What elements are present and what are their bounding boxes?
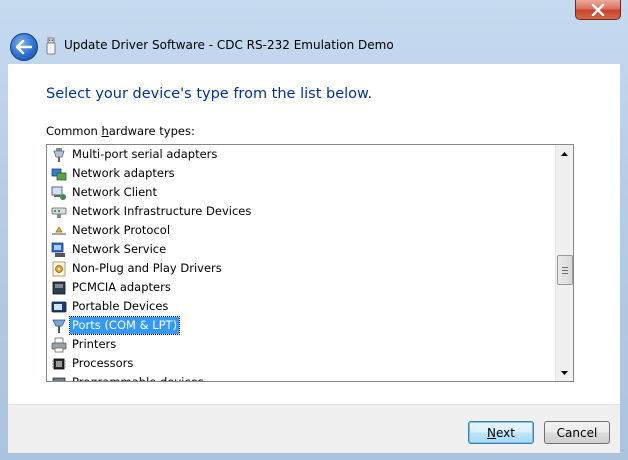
wizard-footer: Next Cancel: [8, 404, 620, 453]
list-item-label: Portable Devices: [72, 299, 169, 313]
list-item-label: Network Protocol: [72, 223, 171, 237]
title-bar: Update Driver Software - CDC RS-232 Emul…: [8, 30, 620, 62]
list-item-label: Ports (COM & LPT): [68, 316, 181, 335]
back-button[interactable]: [10, 33, 38, 61]
list-item[interactable]: Non-Plug and Play Drivers: [47, 259, 555, 278]
list-item[interactable]: Processors: [47, 354, 555, 373]
network-service-icon: [51, 242, 65, 257]
network-protocol-icon: [52, 225, 66, 235]
serial-adapter-icon: [53, 147, 65, 162]
list-item-label: Processors: [72, 356, 134, 370]
cancel-button[interactable]: Cancel: [544, 421, 610, 444]
usb-device-icon: [46, 37, 56, 55]
list-item-label: Programmable devices: [72, 375, 204, 382]
network-infrastructure-icon: [51, 207, 67, 218]
port-connector-icon: [52, 319, 66, 333]
scroll-down-button[interactable]: [556, 364, 573, 381]
list-item-label: Multi-port serial adapters: [72, 147, 218, 161]
close-button[interactable]: [575, 0, 621, 20]
list-item[interactable]: Portable Devices: [47, 297, 555, 316]
list-item[interactable]: Programmable devices: [47, 373, 555, 382]
scroll-down-arrow-icon: [561, 370, 568, 375]
list-item-label: Non-Plug and Play Drivers: [72, 261, 222, 275]
scroll-thumb[interactable]: [557, 255, 573, 285]
list-item[interactable]: Network Service: [47, 240, 555, 259]
portable-device-icon: [51, 301, 67, 312]
scroll-up-arrow-icon: [561, 151, 568, 156]
list-item-label: Network Service: [72, 242, 167, 256]
list-label: Common hardware types:: [46, 124, 195, 138]
list-item[interactable]: Multi-port serial adapters: [47, 145, 555, 164]
window-title: Update Driver Software - CDC RS-232 Emul…: [64, 38, 394, 52]
list-item-label: PCMCIA adapters: [72, 280, 171, 294]
list-item-label: Network adapters: [72, 166, 175, 180]
close-icon: [591, 3, 605, 16]
hardware-type-items: Multi-port serial adapters Network adapte…: [47, 145, 555, 382]
list-item[interactable]: Network Client: [47, 183, 555, 202]
processor-icon: [52, 358, 66, 369]
list-item[interactable]: Ports (COM & LPT): [47, 316, 555, 335]
printer-icon: [51, 337, 67, 352]
wizard-content: Select your device's type from the list …: [8, 64, 620, 404]
list-item[interactable]: PCMCIA adapters: [47, 278, 555, 297]
list-item[interactable]: Network adapters: [47, 164, 555, 183]
vertical-scrollbar[interactable]: [555, 145, 573, 381]
list-item[interactable]: Network Infrastructure Devices: [47, 202, 555, 221]
pcmcia-icon: [52, 281, 66, 294]
list-item-label: Network Client: [72, 185, 157, 199]
list-item-label: Printers: [72, 337, 117, 351]
hardware-type-list[interactable]: Multi-port serial adapters Network adapte…: [46, 144, 574, 382]
page-heading: Select your device's type from the list …: [46, 86, 373, 102]
programmable-device-icon: [52, 377, 66, 381]
network-client-icon: [51, 186, 66, 200]
non-pnp-driver-icon: [52, 261, 66, 276]
scroll-up-button[interactable]: [556, 145, 573, 162]
next-button[interactable]: Next: [468, 421, 534, 444]
back-arrow-icon: [16, 40, 32, 54]
list-item[interactable]: Network Protocol: [47, 221, 555, 240]
list-item-label: Network Infrastructure Devices: [72, 204, 252, 218]
list-item[interactable]: Printers: [47, 335, 555, 354]
network-adapter-icon: [51, 168, 67, 180]
